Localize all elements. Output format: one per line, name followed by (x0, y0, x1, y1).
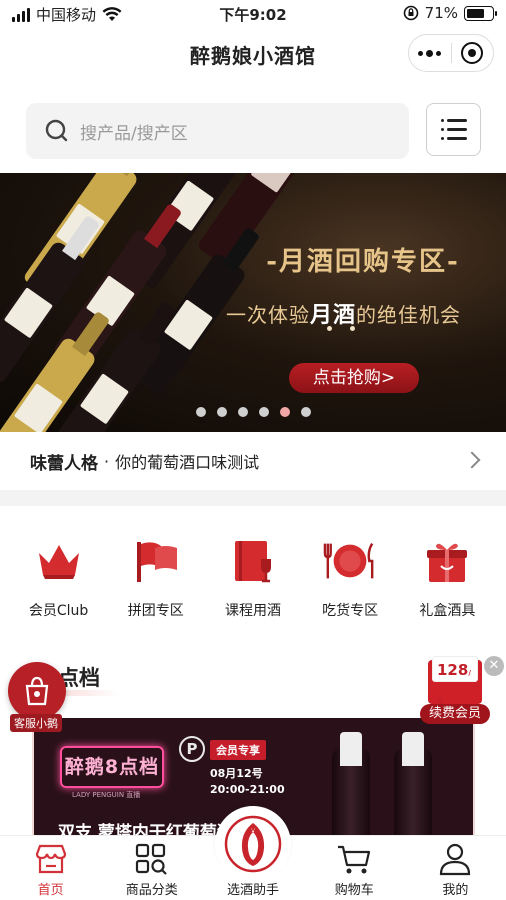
gift-box-icon (420, 534, 474, 588)
shop-icon (34, 842, 68, 876)
banner-title: -月酒回购专区- (266, 247, 460, 277)
category-foodie[interactable]: 吃货专区 (304, 534, 396, 636)
member-only-badge: 会员专享 (210, 740, 266, 760)
plate-cutlery-icon (323, 534, 377, 588)
carousel-dot[interactable] (279, 407, 290, 417)
status-right: 71% (403, 4, 497, 22)
carousel-dot[interactable] (300, 407, 311, 417)
chevron-right-icon (463, 451, 481, 469)
tab-home[interactable]: 首页 (0, 836, 101, 900)
status-bar: 中国移动 下午9:02 71% (0, 0, 506, 28)
book-glass-icon (226, 534, 280, 588)
close-icon[interactable]: ✕ (484, 656, 504, 676)
renew-membership-button[interactable]: 128/年 续费会员 (420, 656, 490, 724)
category-gift-box[interactable]: 礼盒酒具 (401, 534, 493, 636)
category-group-buy[interactable]: 拼团专区 (110, 534, 202, 636)
brand-p-logo-icon: P (179, 736, 205, 762)
nav-bar: 醉鹅娘小酒馆 (0, 28, 506, 80)
category-shortcuts: 会员Club 拼团专区 课程用酒 吃货专区 礼盒酒具 (0, 506, 506, 636)
live-show-schedule: 08月12号 20:00-21:00 (210, 767, 285, 796)
tab-me[interactable]: 我的 (405, 836, 506, 900)
battery-percent: 71% (424, 4, 458, 22)
user-icon (438, 842, 472, 876)
orientation-lock-icon (403, 5, 418, 21)
search-input[interactable]: 搜产品/搜产区 (26, 103, 409, 159)
category-member-club[interactable]: 会员Club (13, 534, 105, 636)
wine-bottle-image (332, 732, 370, 838)
more-button[interactable] (409, 35, 451, 71)
taste-brand-logo: 味蕾人格 (30, 453, 98, 474)
category-grid-icon (135, 842, 169, 876)
tab-categories[interactable]: 商品分类 (101, 836, 202, 900)
carousel-dot[interactable] (216, 407, 227, 417)
promo-banner[interactable]: -月酒回购专区- 一次体验月酒的绝佳机会 点击抢购> (0, 173, 506, 432)
emphasis-dots (327, 326, 355, 331)
live-show-neon-subtitle: LADY PENGUIN 直播 (72, 791, 141, 799)
search-icon (45, 119, 68, 142)
category-menu-button[interactable] (426, 103, 481, 156)
banner-buy-button[interactable]: 点击抢购> (289, 363, 419, 393)
category-course-wine[interactable]: 课程用酒 (207, 534, 299, 636)
tab-cart[interactable]: 购物车 (304, 836, 405, 900)
penguin-logo-icon[interactable] (215, 806, 291, 882)
section-divider (0, 490, 506, 506)
membership-price: 128/年 (432, 656, 478, 706)
live-show-neon-logo: 醉鹅8点档 (60, 746, 164, 788)
taste-test-text: 你的葡萄酒口味测试 (115, 453, 260, 472)
renew-membership-label: 续费会员 (420, 704, 490, 724)
cart-icon (336, 842, 372, 876)
search-placeholder: 搜产品/搜产区 (80, 123, 188, 144)
service-bag-icon (8, 662, 66, 720)
carousel-dot[interactable] (258, 407, 269, 417)
battery-icon (464, 5, 497, 21)
carousel-dot[interactable] (195, 407, 206, 417)
crown-icon (32, 534, 86, 588)
customer-service-button[interactable]: 客服小鹅 (6, 662, 68, 732)
menu-list-icon (440, 119, 467, 122)
more-dots-icon (418, 49, 442, 57)
carousel-indicators (0, 407, 506, 417)
flag-icon (129, 534, 183, 588)
wine-bottle-image (394, 732, 432, 838)
taste-test-entry[interactable]: 味蕾人格 · 你的葡萄酒口味测试 (0, 432, 506, 490)
mini-program-capsule (408, 34, 494, 72)
carousel-dot[interactable] (237, 407, 248, 417)
target-icon (461, 42, 484, 64)
customer-service-label: 客服小鹅 (10, 714, 62, 732)
close-mini-program-button[interactable] (452, 35, 494, 71)
banner-subtitle: 一次体验月酒的绝佳机会 (226, 303, 462, 328)
